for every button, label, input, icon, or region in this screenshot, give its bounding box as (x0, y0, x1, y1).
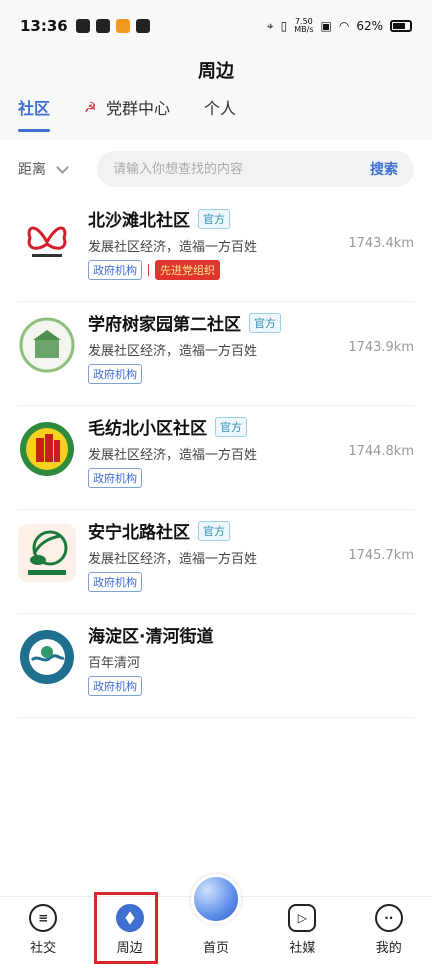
list-item[interactable]: 海淀区·清河街道 百年清河 政府机构 (18, 614, 414, 718)
list-item[interactable]: 安宁北路社区 官方 发展社区经济，造福一方百姓 1745.7km 政府机构 (18, 510, 414, 614)
item-name: 安宁北路社区 (88, 523, 190, 543)
nav-social[interactable]: ≡ 社交 (8, 904, 78, 956)
chat-icon: ≡ (29, 904, 58, 932)
item-desc: 百年清河 (88, 656, 141, 671)
item-desc: 发展社区经济，造福一方百姓 (88, 240, 258, 255)
item-distance: 1744.8km (348, 444, 414, 459)
battery-percent: 62% (356, 19, 383, 33)
bottom-nav: ≡ 社交 周边 首页 ▷ 社媒 ·· 我的 (0, 874, 432, 964)
item-desc: 发展社区经济，造福一方百姓 (88, 552, 258, 567)
tab-party-center[interactable]: ☭ 党群中心 (84, 92, 170, 140)
item-name: 北沙滩北社区 (88, 211, 190, 231)
search-input[interactable] (113, 161, 370, 177)
blue-seal-logo (18, 628, 76, 686)
sim-icon: ▣ (320, 19, 332, 33)
item-distance: 1743.4km (348, 236, 414, 251)
status-bar: 13:36 ⌖ ▯ 7.50 MB/s ▣ ◠ 62% (0, 0, 432, 52)
gov-tag: 政府机构 (88, 572, 142, 592)
battery-icon (390, 20, 412, 32)
vibrate-icon: ▯ (280, 19, 288, 33)
item-distance: 1743.9km (348, 340, 414, 355)
gov-tag: 政府机构 (88, 364, 142, 384)
notification-icons (75, 19, 150, 33)
search-button[interactable]: 搜索 (370, 159, 398, 179)
official-badge: 官方 (249, 312, 281, 333)
nav-home[interactable]: 首页 (181, 874, 251, 956)
list-item[interactable]: 毛纺北小区社区 官方 发展社区经济，造福一方百姓 1744.8km 政府机构 (18, 406, 414, 510)
nav-nearby[interactable]: 周边 (95, 904, 165, 956)
butterfly-logo (18, 212, 76, 270)
compass-icon (115, 904, 144, 932)
location-icon: ⌖ (266, 18, 274, 33)
official-badge: 官方 (215, 416, 247, 437)
network-speed: 7.50 MB/s (294, 17, 314, 34)
nav-me[interactable]: ·· 我的 (354, 904, 424, 956)
gov-tag: 政府机构 (88, 468, 142, 488)
item-name: 学府树家园第二社区 (88, 315, 241, 335)
chevron-down-icon (56, 160, 69, 174)
taobao-icon (115, 19, 130, 33)
tab-community[interactable]: 社区 (18, 92, 51, 140)
wifi-icon: ◠ (338, 19, 350, 33)
gov-tag: 政府机构 (88, 260, 142, 280)
box-icon (135, 19, 150, 33)
tab-bar: 社区 ☭ 党群中心 个人 (0, 92, 432, 140)
nav-media[interactable]: ▷ 社媒 (267, 904, 337, 956)
red-building-logo (18, 420, 76, 478)
item-name: 海淀区·清河街道 (88, 627, 214, 647)
item-desc: 发展社区经济，造福一方百姓 (88, 448, 258, 463)
building-seal-logo (18, 316, 76, 374)
crown-icon (95, 19, 110, 33)
official-badge: 官方 (198, 520, 230, 541)
advanced-party-tag: 先进党组织 (155, 260, 220, 280)
tag-divider (148, 264, 149, 276)
item-name: 毛纺北小区社区 (88, 419, 207, 439)
party-emblem-icon: ☭ (84, 100, 97, 116)
app-notification-icon (75, 19, 90, 33)
status-time: 13:36 (20, 17, 68, 35)
green-globe-logo (18, 524, 76, 582)
page-title: 周边 (198, 61, 234, 82)
list-item[interactable]: 北沙滩北社区 官方 发展社区经济，造福一方百姓 1743.4km 政府机构 先进党… (18, 198, 414, 302)
item-distance: 1745.7km (348, 548, 414, 563)
face-icon: ·· (374, 904, 403, 932)
tab-personal[interactable]: 个人 (204, 92, 236, 140)
distance-filter[interactable]: 距离 (18, 159, 69, 179)
search-box: 搜索 (97, 151, 414, 187)
item-desc: 发展社区经济，造福一方百姓 (88, 344, 258, 359)
community-list: 北沙滩北社区 官方 发展社区经济，造福一方百姓 1743.4km 政府机构 先进党… (0, 198, 432, 898)
gov-tag: 政府机构 (88, 676, 142, 696)
search-row: 距离 搜索 (0, 140, 432, 198)
globe-icon (190, 874, 241, 924)
play-icon: ▷ (288, 904, 317, 932)
official-badge: 官方 (198, 208, 230, 229)
list-item[interactable]: 学府树家园第二社区 官方 发展社区经济，造福一方百姓 1743.9km 政府机构 (18, 302, 414, 406)
